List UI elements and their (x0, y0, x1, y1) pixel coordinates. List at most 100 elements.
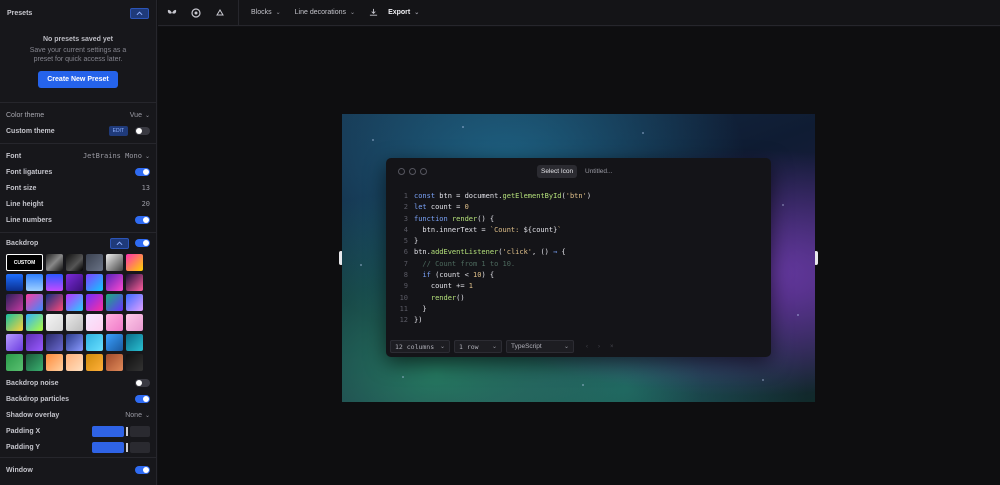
backdrop-swatch[interactable] (26, 314, 43, 331)
code-editor[interactable]: 1 const btn = document.getElementById('bt… (398, 191, 591, 327)
backdrop-swatch[interactable] (26, 334, 43, 351)
slider-fill (92, 441, 124, 453)
line-decorations-label: Line decorations (294, 9, 347, 16)
blocks-menu[interactable]: Blocks ⌄ (251, 9, 281, 16)
particle (797, 314, 799, 316)
language-select[interactable]: TypeScript ⌄ (506, 340, 574, 353)
backdrop-swatch[interactable] (66, 314, 83, 331)
columns-select[interactable]: 12 columns ⌄ (390, 340, 450, 353)
backdrop-swatch[interactable] (86, 294, 103, 311)
backdrop-swatch[interactable] (106, 274, 123, 291)
backdrop-swatch[interactable] (46, 294, 63, 311)
particle (402, 376, 404, 378)
backdrop-swatch[interactable] (66, 294, 83, 311)
backdrop-swatch[interactable] (46, 254, 63, 271)
shadow-overlay-value: None (125, 411, 142, 419)
backdrop-swatch[interactable] (6, 354, 23, 371)
backdrop-swatch[interactable] (106, 294, 123, 311)
chevron-down-icon: ⌄ (563, 344, 569, 350)
padding-x-label: Padding X (6, 427, 41, 435)
backdrop-swatch[interactable] (46, 274, 63, 291)
backdrop-swatch[interactable] (126, 254, 143, 271)
window-footer: 12 columns ⌄ 1 row ⌄ TypeScript ⌄ ‹ › × (390, 340, 614, 353)
backdrop-swatch[interactable] (126, 354, 143, 371)
slider-handle[interactable] (126, 442, 128, 452)
backdrop-swatch[interactable] (86, 354, 103, 371)
backdrop-swatch[interactable] (26, 354, 43, 371)
backdrop-swatch[interactable] (126, 274, 143, 291)
backdrop-swatch[interactable] (26, 294, 43, 311)
backdrop-swatch[interactable] (86, 274, 103, 291)
shadow-overlay-select[interactable]: None ⌄ (125, 412, 150, 419)
butterfly-icon[interactable] (162, 0, 182, 26)
padding-x-slider[interactable] (92, 425, 150, 437)
line-height-input[interactable]: 20 (142, 200, 150, 208)
window-title-input[interactable]: Untitled... (585, 168, 612, 175)
backdrop-particles-toggle[interactable] (135, 395, 150, 403)
backdrop-swatch[interactable] (106, 254, 123, 271)
rows-select[interactable]: 1 row ⌄ (454, 340, 502, 353)
backdrop-swatch[interactable] (126, 314, 143, 331)
backdrop-swatch[interactable] (126, 334, 143, 351)
code-line: 12}) (399, 316, 423, 325)
color-theme-row[interactable]: Color theme Vue ⌄ (0, 107, 156, 123)
font-select[interactable]: JetBrains Mono ⌄ (83, 152, 150, 160)
backdrop-swatch[interactable] (66, 254, 83, 271)
backdrop-swatch[interactable] (106, 314, 123, 331)
code-window: Select Icon Untitled... 1 const btn = doc… (386, 158, 771, 357)
backdrop-swatch[interactable] (86, 254, 103, 271)
presets-collapse-button[interactable] (130, 7, 149, 19)
font-ligatures-toggle[interactable] (135, 168, 150, 176)
padding-y-label: Padding Y (6, 443, 41, 451)
export-menu[interactable]: Export ⌄ (369, 8, 419, 17)
padding-y-slider[interactable] (92, 441, 150, 453)
backdrop-noise-toggle[interactable] (135, 379, 150, 387)
backdrop-swatch[interactable] (66, 334, 83, 351)
theme-icon[interactable] (210, 0, 230, 26)
code-line: 9 count += 1 (403, 282, 474, 291)
backdrop-swatch[interactable] (6, 334, 23, 351)
line-decorations-menu[interactable]: Line decorations ⌄ (295, 9, 355, 16)
arrow-left-icon[interactable]: ‹ (586, 344, 588, 350)
code-line: 11 } (399, 304, 427, 313)
window-header: Select Icon Untitled... (386, 158, 771, 186)
select-icon-button[interactable]: Select Icon (537, 165, 578, 178)
edit-theme-button[interactable]: EDIT (108, 126, 128, 136)
backdrop-swatch[interactable] (6, 294, 23, 311)
backdrop-collapse-button[interactable] (110, 237, 129, 249)
backdrop-swatch[interactable] (46, 314, 63, 331)
window-label: Window (6, 466, 33, 474)
presets-title: Presets (7, 9, 33, 17)
slider-track (130, 425, 150, 437)
backdrop-swatch[interactable] (66, 274, 83, 291)
shadow-overlay-row: Shadow overlay None ⌄ (0, 407, 156, 423)
particle (642, 132, 644, 134)
backdrop-toggle[interactable] (135, 239, 150, 247)
backdrop-swatch[interactable] (6, 314, 23, 331)
backdrop-swatch[interactable] (6, 274, 23, 291)
arrow-right-icon[interactable]: › (598, 344, 600, 350)
line-numbers-toggle[interactable] (135, 216, 150, 224)
chevron-down-icon: ⌄ (144, 112, 150, 119)
backdrop-swatch[interactable] (66, 354, 83, 371)
backdrop-swatch[interactable] (106, 334, 123, 351)
backdrop-swatch[interactable] (46, 334, 63, 351)
backdrop-swatch[interactable] (106, 354, 123, 371)
backdrop-swatch[interactable] (126, 294, 143, 311)
backdrop-swatch[interactable] (86, 314, 103, 331)
shadow-overlay-label: Shadow overlay (6, 411, 60, 419)
close-icon[interactable]: × (610, 344, 614, 350)
github-icon[interactable] (186, 0, 206, 26)
custom-theme-toggle[interactable] (135, 127, 150, 135)
chevron-down-icon: ⌄ (144, 153, 150, 160)
color-theme-select[interactable]: Vue ⌄ (130, 112, 150, 119)
custom-backdrop-swatch[interactable]: CUSTOM (6, 254, 43, 271)
create-preset-button[interactable]: Create New Preset (38, 71, 118, 88)
backdrop-swatch[interactable] (86, 334, 103, 351)
window-toggle[interactable] (135, 466, 150, 474)
font-size-input[interactable]: 13 (142, 184, 150, 192)
font-row[interactable]: Font JetBrains Mono ⌄ (0, 148, 156, 164)
slider-handle[interactable] (126, 426, 128, 436)
backdrop-swatch[interactable] (26, 274, 43, 291)
backdrop-swatch[interactable] (46, 354, 63, 371)
